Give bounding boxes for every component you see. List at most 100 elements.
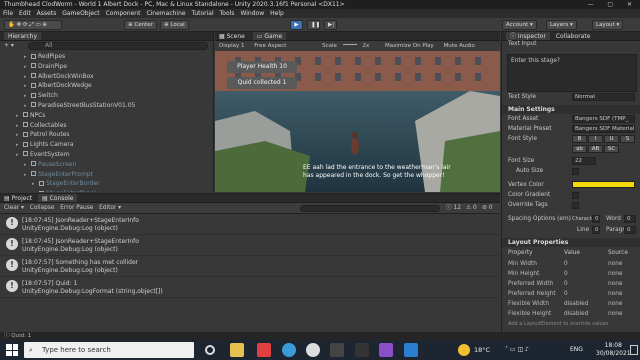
settings-app-icon[interactable] [404,343,418,357]
main-settings-header[interactable]: Main Settings [502,105,640,114]
menu-item[interactable]: Tools [220,10,235,17]
weather-icon[interactable] [458,344,470,356]
expand-arrow-icon[interactable]: ▸ [32,190,39,192]
hierarchy-item[interactable]: ▸ Switch [0,91,213,101]
menu-item[interactable]: Assets [37,10,57,17]
text-style-dropdown[interactable]: Normal [572,93,635,101]
tool-buttons[interactable]: ✋ ✥ ⟳ ⤢ ▭ ⊕ [4,20,62,30]
hierarchy-item[interactable]: ▸ DrainPipe [0,62,213,72]
task-view-icon[interactable] [205,345,215,355]
tab-hierarchy[interactable]: Hierarchy [4,32,42,40]
console-log-entry[interactable]: ! [18:07:57] Quid: 1 UnityEngine.Debug:Log… [0,277,500,298]
menu-item[interactable]: Cinemachine [146,10,185,17]
expand-arrow-icon[interactable]: ▸ [24,73,31,82]
play-button[interactable]: ▶ [290,20,303,30]
mute-toggle[interactable]: Mute Audio [444,43,475,49]
expand-arrow-icon[interactable]: ▸ [24,102,31,111]
menu-item[interactable]: GameObject [62,10,99,17]
expand-arrow-icon[interactable]: ▸ [24,53,31,62]
font-style-button[interactable]: ab [572,145,587,153]
pivot-center-button[interactable]: ⊕ Center [124,20,157,30]
tab-scene[interactable]: ▦ Scene [219,33,245,40]
font-asset-field[interactable]: Bangers SDF (TMP_ [572,115,635,123]
tab-console[interactable]: ▤ Console [38,194,78,202]
menu-item[interactable]: Help [270,10,284,17]
expand-arrow-icon[interactable]: ▸ [16,112,23,121]
font-style-button[interactable]: I [588,135,603,143]
font-style-button[interactable]: AB [588,145,603,153]
taskbar-search[interactable]: ⌕ Type here to search [24,342,194,358]
expand-arrow-icon[interactable]: ▸ [16,131,23,140]
window-controls[interactable]: — ▢ ✕ [587,0,638,9]
error-pause-button[interactable]: Error Pause [60,205,93,211]
layout-dropdown[interactable]: Layout ▾ [592,20,624,30]
expand-arrow-icon[interactable]: ▸ [16,122,23,131]
menu-item[interactable]: Window [240,10,264,17]
character-spacing-field[interactable]: 0 [592,215,600,223]
expand-arrow-icon[interactable]: ▸ [24,92,31,101]
color-gradient-checkbox[interactable] [572,192,579,199]
hierarchy-item[interactable]: ▸ Lights Camera [0,140,213,150]
chrome-icon[interactable] [306,343,320,357]
add-icon[interactable]: + ▾ [4,42,14,49]
expand-arrow-icon[interactable]: ▸ [16,151,23,160]
console-log-entry[interactable]: ! [18:07:45] JsonReader+StageEnterInfo Uni… [0,214,500,235]
expand-arrow-icon[interactable]: ▸ [24,63,31,72]
font-size-field[interactable]: 22 [572,157,596,165]
menu-item[interactable]: Tutorial [192,10,214,17]
text-area[interactable]: Enter this stage? [507,54,637,92]
pivot-local-button[interactable]: ⊕ Local [160,20,189,30]
hierarchy-item[interactable]: ▸ ParadiseStreetBusStationV01.05 [0,101,213,111]
info-count[interactable]: ⓘ 12 [446,203,461,214]
console-search[interactable] [300,205,440,212]
error-count[interactable]: ⊘ 0 [482,203,492,214]
console-log-entry[interactable]: ! [18:07:45] JsonReader+StageEnterInfo Uni… [0,235,500,256]
account-dropdown[interactable]: Account ▾ [502,20,537,30]
menu-item[interactable]: Component [106,10,141,17]
warn-count[interactable]: ⚠ 0 [466,203,477,214]
menu-item[interactable]: Edit [19,10,31,17]
tab-game[interactable]: ▭ Game [252,32,287,40]
hierarchy-item[interactable]: ▸ AlbertDockWinBox [0,72,213,82]
editor-dropdown[interactable]: Editor [99,205,116,211]
game-viewport[interactable]: Player Health 10 Quid collected 1 EE aah… [215,51,500,192]
unity-hub-icon[interactable] [355,343,369,357]
auto-size-checkbox[interactable] [572,168,579,175]
clear-button[interactable]: Clear [4,205,19,211]
font-style-button[interactable]: B [572,135,587,143]
tab-collaborate[interactable]: Collaborate [556,33,591,40]
hierarchy-search[interactable]: All [28,42,208,50]
hierarchy-item[interactable]: ▸ NPCs [0,111,213,121]
tab-project[interactable]: ▤ Project [4,195,32,202]
layers-dropdown[interactable]: Layers ▾ [546,20,577,30]
expand-arrow-icon[interactable]: ▸ [16,141,23,150]
hierarchy-item[interactable]: ▸ AlbertDockWedge [0,81,213,91]
maximize-toggle[interactable]: Maximize On Play [385,43,434,49]
tab-inspector[interactable]: ⓘ Inspector [506,32,550,40]
display-dropdown[interactable]: Display 1 [219,43,245,49]
notifications-icon[interactable] [630,345,638,355]
windows-start-icon[interactable] [6,344,18,356]
hierarchy-item[interactable]: ▸ RedPipes [0,52,213,62]
hierarchy-item[interactable]: ▸ EventSystem [0,150,213,160]
layout-properties-header[interactable]: Layout Properties [502,238,640,247]
edge-icon[interactable] [282,343,296,357]
scale-slider[interactable] [342,44,357,45]
step-button[interactable]: ▶| [324,20,337,30]
console-log-entry[interactable]: ! [18:07:57] Something has met collider Un… [0,256,500,277]
vertex-color-swatch[interactable] [572,181,635,188]
font-style-button[interactable]: SC [604,145,619,153]
mail-icon[interactable] [257,343,271,357]
material-preset-dropdown[interactable]: Bangers SDF Material [572,125,635,133]
hierarchy-item[interactable]: ▸ StageEnterBorder [0,179,213,189]
visual-studio-icon[interactable] [379,343,393,357]
expand-arrow-icon[interactable]: ▸ [24,161,31,170]
word-spacing-field[interactable]: 0 [624,215,636,223]
hierarchy-item[interactable]: ▸ StageEnterPanel [0,189,213,192]
clock[interactable]: 18:08 30/08/2021 [596,342,631,358]
expand-arrow-icon[interactable]: ▸ [32,180,39,189]
hierarchy-item[interactable]: ▸ StageEnterPrompt [0,170,213,180]
hierarchy-item[interactable]: ▸ Patrol Routes [0,130,213,140]
language-indicator[interactable]: ENG [570,346,583,353]
file-explorer-icon[interactable] [230,343,244,357]
